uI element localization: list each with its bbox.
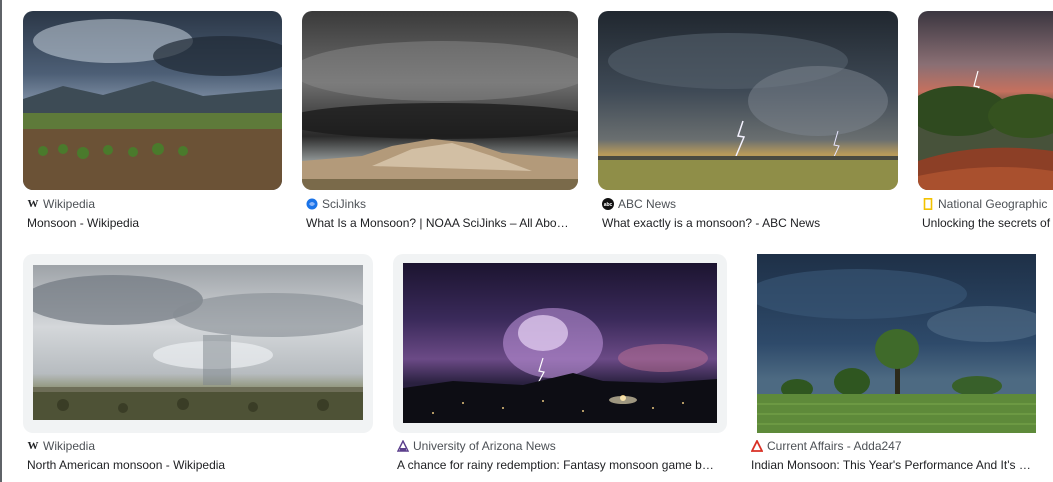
result-thumbnail[interactable]: [757, 254, 1036, 433]
result-title[interactable]: North American monsoon - Wikipedia: [27, 458, 373, 476]
result-title[interactable]: What Is a Monsoon? | NOAA SciJinks – All…: [306, 216, 578, 234]
shelf-cloud-image: [302, 11, 578, 190]
result-title[interactable]: Unlocking the secrets of: [922, 216, 1053, 234]
result-title[interactable]: A chance for rainy redemption: Fantasy m…: [397, 458, 727, 476]
lightning-grassland-image: [598, 11, 898, 190]
monsoon-field-image: [23, 11, 282, 190]
svg-text:abc: abc: [604, 202, 613, 208]
source-name: University of Arizona News: [413, 439, 556, 453]
rain-shaft-image: [33, 265, 363, 420]
result-thumbnail[interactable]: [403, 263, 717, 423]
result-title[interactable]: Monsoon - Wikipedia: [27, 216, 282, 234]
result-thumbnail[interactable]: [598, 11, 898, 190]
result-source[interactable]: SciJinks: [306, 196, 578, 212]
result-thumbnail[interactable]: [23, 11, 282, 190]
scijinks-icon: [306, 198, 318, 210]
result-source[interactable]: W Wikipedia: [27, 196, 282, 212]
natgeo-frame-icon: [922, 198, 934, 210]
source-name: National Geographic: [938, 197, 1048, 211]
window-left-edge: [0, 0, 2, 482]
purple-lightning-city-image: [403, 263, 717, 423]
source-name: Current Affairs - Adda247: [767, 439, 902, 453]
result-thumbnail[interactable]: [302, 11, 578, 190]
result-source[interactable]: National Geographic: [922, 196, 1053, 212]
result-source[interactable]: University of Arizona News: [397, 438, 727, 454]
red-sky-storm-image: [918, 11, 1053, 190]
adda247-icon: [751, 440, 763, 452]
result-title[interactable]: What exactly is a monsoon? - ABC News: [602, 216, 898, 234]
result-source[interactable]: abc ABC News: [602, 196, 898, 212]
wikipedia-w-icon: W: [27, 198, 39, 210]
source-name: Wikipedia: [43, 197, 96, 211]
source-name: ABC News: [618, 197, 677, 211]
tree-dark-sky-image: [757, 254, 1036, 433]
result-source[interactable]: W Wikipedia: [27, 438, 373, 454]
result-title[interactable]: Indian Monsoon: This Year's Performance …: [751, 458, 1037, 476]
result-thumbnail[interactable]: [918, 11, 1053, 190]
result-thumbnail[interactable]: [33, 265, 363, 420]
abc-news-icon: abc: [602, 198, 614, 210]
result-source[interactable]: Current Affairs - Adda247: [751, 438, 1051, 454]
source-name: Wikipedia: [43, 439, 96, 453]
source-name: SciJinks: [322, 197, 367, 211]
wikipedia-w-icon: W: [27, 440, 39, 452]
university-arizona-icon: [397, 440, 409, 452]
